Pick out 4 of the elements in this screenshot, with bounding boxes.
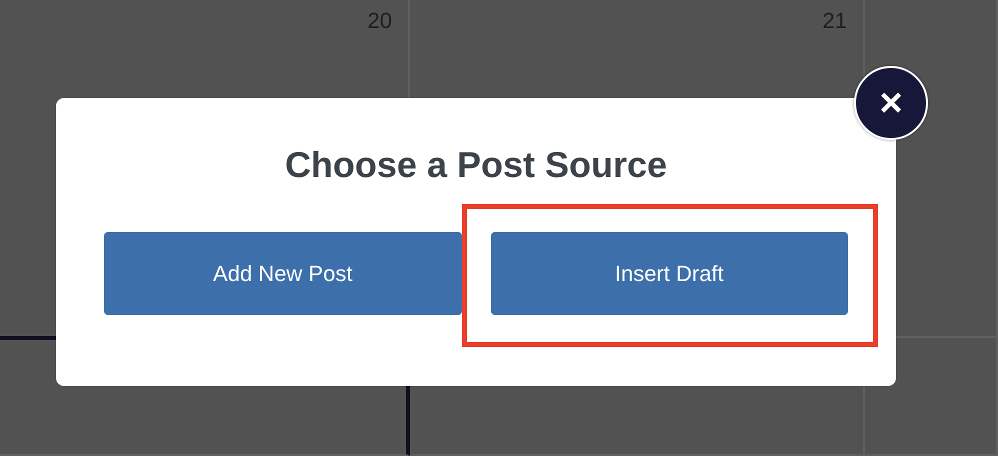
dialog-button[interactable]: Insert Draft — [490, 232, 848, 315]
close-button[interactable]: × — [854, 66, 928, 140]
dialog-title: Choose a Post Source — [284, 144, 668, 186]
dialog-button[interactable]: Add New Post — [104, 232, 462, 315]
